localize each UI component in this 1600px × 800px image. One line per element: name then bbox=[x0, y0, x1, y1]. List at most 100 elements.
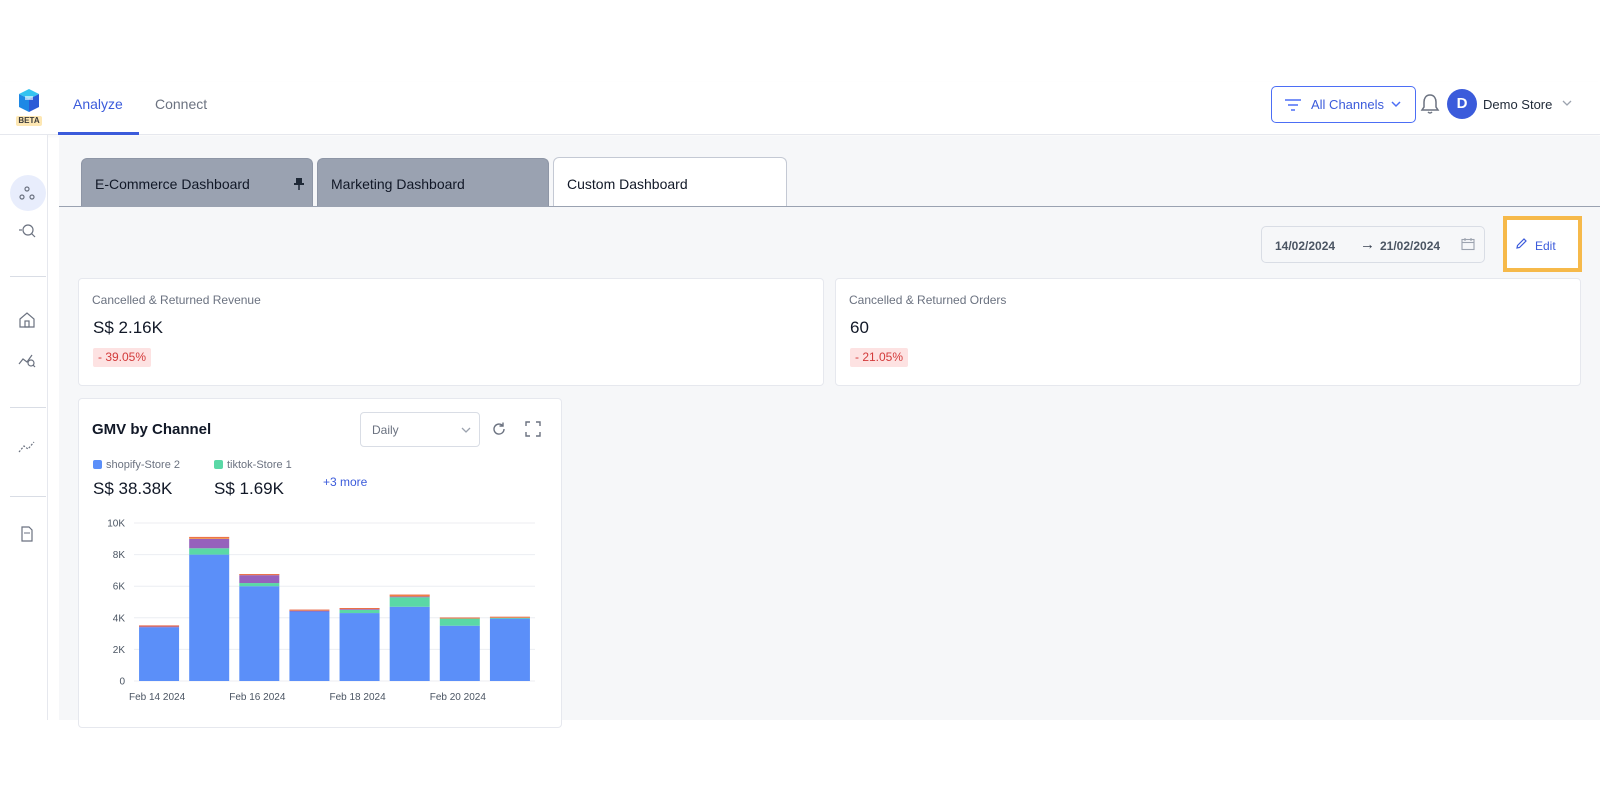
y-tick-label: 8K bbox=[113, 550, 126, 561]
tab-marketing-dashboard[interactable]: Marketing Dashboard bbox=[317, 158, 549, 206]
kpi-value: 60 bbox=[850, 318, 869, 337]
sidebar bbox=[0, 135, 48, 720]
dashboard-nodes-icon[interactable] bbox=[17, 183, 37, 203]
bar-segment bbox=[139, 627, 180, 681]
nav-tab-analyze[interactable]: Analyze bbox=[73, 96, 123, 112]
edit-label: Edit bbox=[1535, 239, 1556, 253]
bar-segment bbox=[439, 625, 480, 681]
granularity-select[interactable]: Daily bbox=[360, 412, 480, 447]
all-channels-label: All Channels bbox=[1311, 97, 1384, 112]
bar-segment bbox=[239, 583, 280, 587]
x-tick-label: Feb 20 2024 bbox=[430, 692, 487, 703]
bar-segment bbox=[289, 610, 330, 612]
pencil-icon bbox=[1516, 238, 1527, 249]
beta-badge: BETA bbox=[16, 116, 42, 126]
trend-icon[interactable] bbox=[17, 437, 37, 457]
legend-swatch bbox=[214, 460, 223, 469]
legend-item-tiktok[interactable]: tiktok-Store 1 bbox=[214, 459, 292, 471]
refresh-icon[interactable] bbox=[491, 421, 507, 437]
bar-segment bbox=[239, 575, 280, 584]
bar-segment bbox=[339, 608, 380, 609]
x-tick-label: Feb 14 2024 bbox=[129, 692, 186, 703]
y-tick-label: 10K bbox=[107, 519, 125, 530]
legend-swatch bbox=[93, 460, 102, 469]
date-from[interactable]: 14/02/2024 bbox=[1275, 239, 1335, 253]
gmv-bar-chart: 0 2K 4K 6K 8K 10K Feb 14 2024 Feb 16 2024 Feb 18… bbox=[107, 519, 535, 703]
y-tick-label: 6K bbox=[113, 582, 126, 593]
app-frame: BETA Analyze Connect All Channels D Demo… bbox=[0, 0, 1600, 800]
bar-segment bbox=[139, 625, 180, 627]
bar-segment bbox=[389, 597, 430, 607]
kpi-change-badge: - 39.05% bbox=[93, 348, 152, 367]
pin-icon[interactable] bbox=[293, 177, 305, 191]
bar-segment bbox=[389, 596, 430, 598]
bar-segment bbox=[439, 617, 480, 619]
sidebar-divider bbox=[10, 496, 46, 497]
bar-segment bbox=[339, 609, 380, 610]
main-content: E-Commerce Dashboard Marketing Dashboard… bbox=[59, 136, 1600, 728]
bell-icon[interactable] bbox=[1419, 92, 1441, 116]
chevron-down-icon bbox=[1391, 101, 1401, 108]
legend-value: S$ 38.38K bbox=[93, 479, 173, 498]
tab-ecommerce-dashboard[interactable]: E-Commerce Dashboard bbox=[81, 158, 313, 206]
y-tick-label: 2K bbox=[113, 645, 126, 656]
tab-bar-border bbox=[59, 206, 1600, 207]
kpi-title: Cancelled & Returned Orders bbox=[849, 293, 1007, 307]
date-range-picker[interactable]: 14/02/2024 → 21/02/2024 bbox=[1261, 226, 1485, 263]
kpi-value: S$ 2.16K bbox=[93, 318, 163, 337]
y-tick-label: 0 bbox=[119, 677, 125, 688]
tab-label: Marketing Dashboard bbox=[331, 176, 465, 192]
legend-label: tiktok-Store 1 bbox=[227, 459, 292, 471]
legend-label: shopify-Store 2 bbox=[106, 459, 180, 471]
date-to[interactable]: 21/02/2024 bbox=[1380, 239, 1440, 253]
all-channels-button[interactable]: All Channels bbox=[1271, 86, 1416, 123]
kpi-card-cancelled-orders: Cancelled & Returned Orders 60 - 21.05% bbox=[835, 278, 1581, 386]
bar-segment bbox=[289, 611, 330, 681]
document-icon[interactable] bbox=[17, 524, 37, 544]
fullscreen-icon[interactable] bbox=[525, 421, 541, 437]
nav-tab-connect[interactable]: Connect bbox=[155, 96, 207, 112]
y-tick-label: 4K bbox=[113, 613, 126, 624]
bar-segment bbox=[189, 538, 230, 549]
top-nav: BETA Analyze Connect All Channels D Demo… bbox=[0, 82, 1600, 135]
logo-icon bbox=[19, 89, 39, 112]
chevron-down-icon bbox=[461, 427, 471, 433]
kpi-card-cancelled-revenue: Cancelled & Returned Revenue S$ 2.16K - … bbox=[78, 278, 824, 386]
kpi-change-badge: - 21.05% bbox=[850, 348, 909, 367]
widget-title: GMV by Channel bbox=[92, 421, 212, 438]
bar-segment bbox=[239, 586, 280, 681]
tab-label: E-Commerce Dashboard bbox=[95, 176, 250, 192]
avatar[interactable]: D bbox=[1447, 89, 1477, 119]
active-tab-indicator bbox=[58, 132, 139, 135]
gmv-by-channel-widget: GMV by Channel Daily shopify-Store 2 S$ … bbox=[78, 398, 562, 728]
search-analytics-icon[interactable] bbox=[17, 222, 37, 242]
filter-icon bbox=[1285, 99, 1301, 111]
edit-button[interactable]: Edit bbox=[1512, 227, 1572, 261]
bar-segment bbox=[139, 626, 180, 628]
app-logo[interactable]: BETA bbox=[14, 86, 44, 128]
store-name[interactable]: Demo Store bbox=[1483, 97, 1552, 112]
tab-custom-dashboard[interactable]: Custom Dashboard bbox=[553, 157, 787, 207]
more-channels-link[interactable]: +3 more bbox=[323, 475, 367, 489]
kpi-title: Cancelled & Returned Revenue bbox=[92, 293, 261, 307]
store-icon[interactable] bbox=[17, 310, 37, 330]
bar-segment bbox=[189, 536, 230, 538]
bar-segment bbox=[339, 613, 380, 681]
legend-item-shopify[interactable]: shopify-Store 2 bbox=[93, 459, 180, 471]
chart-search-icon[interactable] bbox=[17, 350, 37, 370]
bar-segment bbox=[189, 554, 230, 681]
sidebar-divider bbox=[10, 407, 46, 408]
sidebar-divider bbox=[10, 276, 46, 277]
tab-label: Custom Dashboard bbox=[567, 176, 688, 192]
bar-segment bbox=[489, 617, 530, 619]
bar-segment bbox=[239, 574, 280, 575]
x-tick-label: Feb 18 2024 bbox=[329, 692, 386, 703]
chevron-down-icon[interactable] bbox=[1561, 98, 1573, 108]
bar-segment bbox=[489, 618, 530, 681]
bar-segment bbox=[389, 594, 430, 596]
x-tick-label: Feb 16 2024 bbox=[229, 692, 286, 703]
bar-segment bbox=[189, 548, 230, 555]
bar-segment bbox=[489, 616, 530, 618]
bar-segment bbox=[289, 609, 330, 611]
bar-segment bbox=[439, 618, 480, 626]
